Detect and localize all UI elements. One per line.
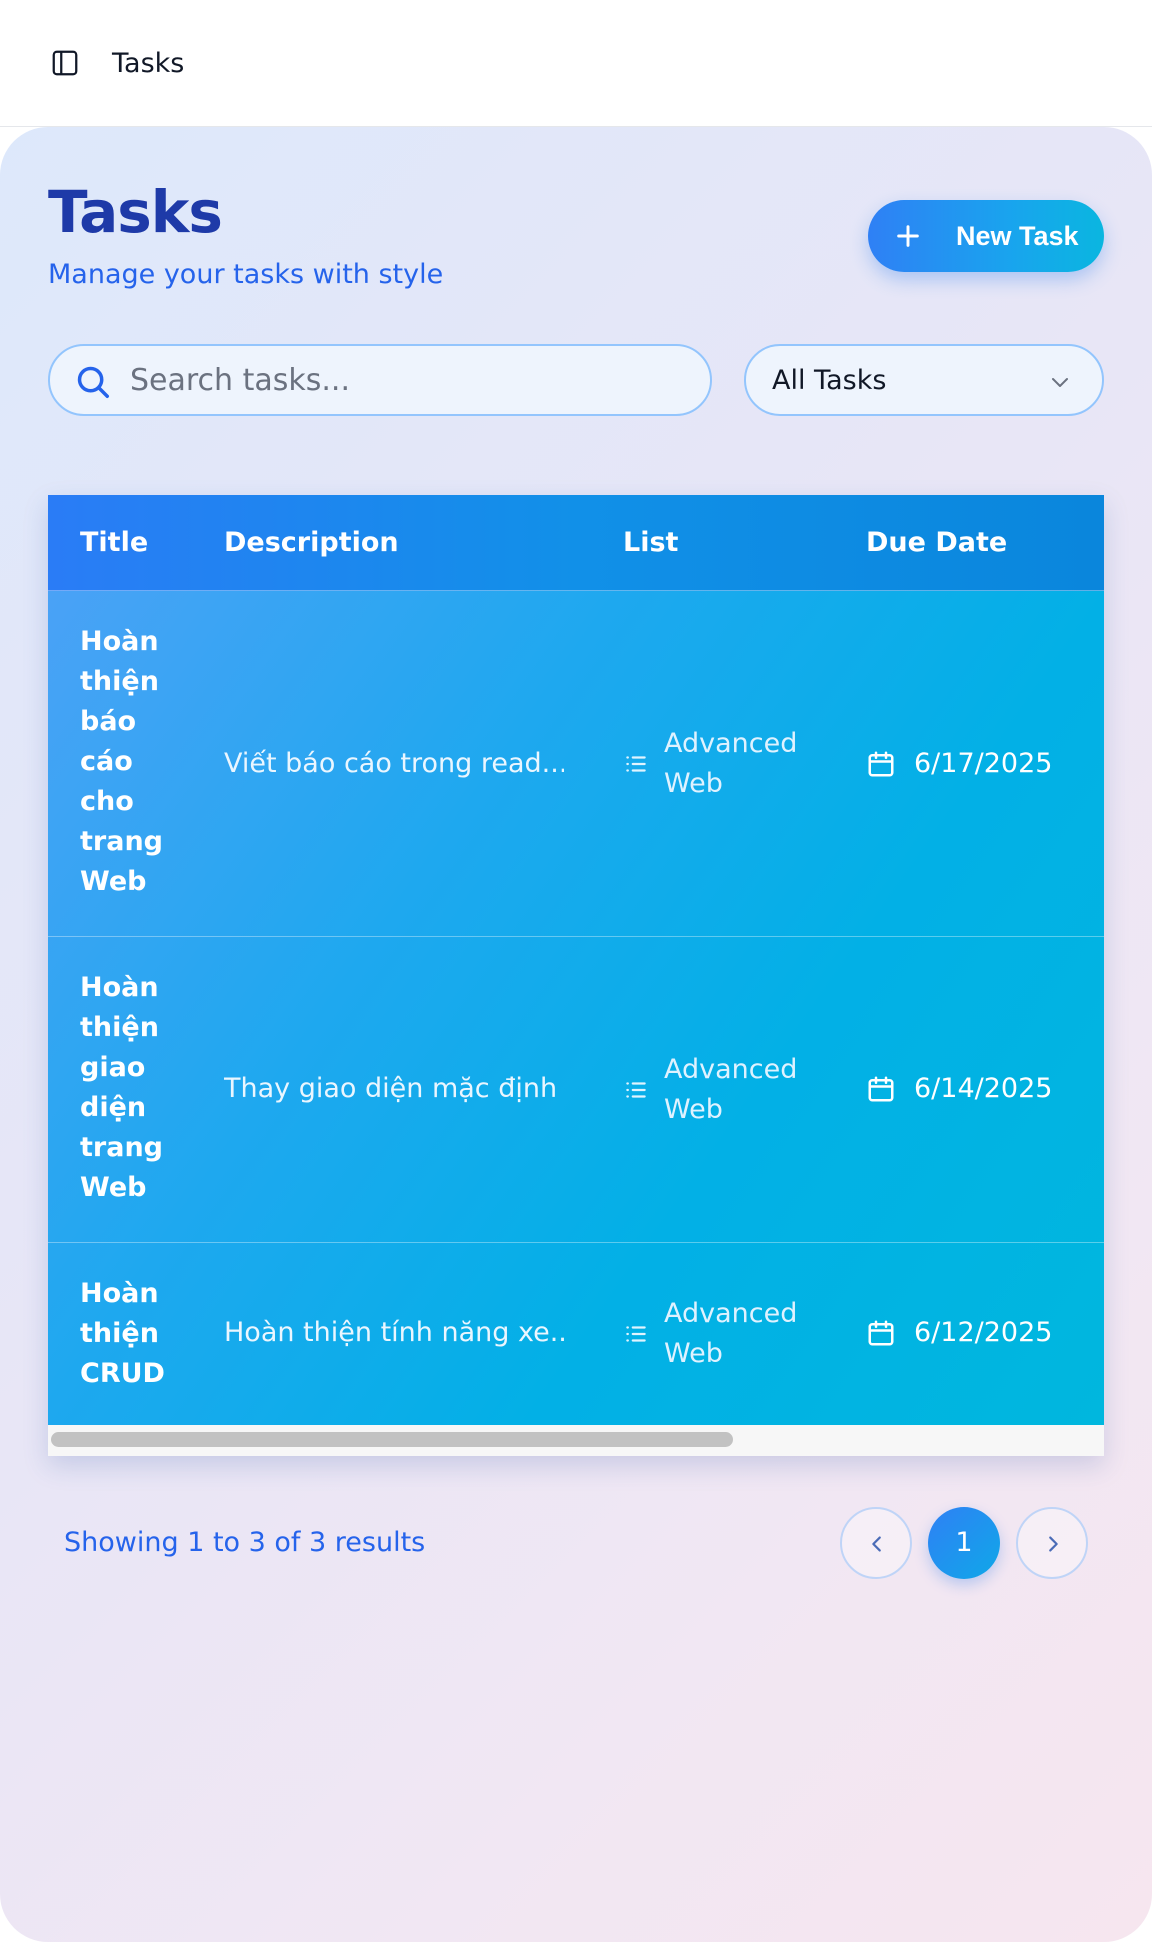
task-list-name: Advanced Web <box>664 1298 798 1369</box>
task-description: Thay giao diện mặc định ... <box>224 1073 564 1104</box>
task-title[interactable]: Hoàn thiện báo cáo cho trang Web <box>80 622 190 902</box>
search-icon <box>77 366 109 398</box>
sidebar-panel-icon[interactable] <box>50 48 80 78</box>
list-icon <box>626 1082 646 1098</box>
page-button-current[interactable]: 1 <box>928 1507 1000 1579</box>
table-header: Title Description List Due Date <box>48 495 1104 591</box>
new-task-button[interactable]: New Task <box>868 200 1104 272</box>
scrollbar-thumb[interactable] <box>51 1432 733 1447</box>
page-title: Tasks <box>48 178 223 246</box>
search-box <box>48 344 712 416</box>
pagination-summary: Showing 1 to 3 of 3 results <box>64 1527 426 1558</box>
tasks-table: Title Description List Due Date Hoàn thi… <box>48 495 1104 1456</box>
table-row[interactable]: Hoàn thiện CRUD Hoàn thiện tính năng xe.… <box>48 1243 1104 1425</box>
list-icon <box>626 1326 646 1342</box>
horizontal-scrollbar[interactable] <box>48 1425 1104 1456</box>
column-header-description[interactable]: Description <box>224 525 399 561</box>
task-title[interactable]: Hoàn thiện CRUD <box>80 1274 190 1394</box>
task-description: Hoàn thiện tính năng xe... <box>224 1317 564 1348</box>
task-description: Viết báo cáo trong read... <box>224 748 564 779</box>
task-list-name: Advanced Web <box>664 1054 798 1125</box>
task-due-date: 6/17/2025 <box>914 748 1053 779</box>
new-task-label: New Task <box>956 221 1079 251</box>
topbar-title: Tasks <box>112 48 185 79</box>
calendar-icon <box>868 751 894 777</box>
column-header-list[interactable]: List <box>623 525 678 561</box>
task-filter-select[interactable]: All Tasks <box>744 344 1104 416</box>
top-bar: Tasks <box>0 0 1152 127</box>
plus-icon <box>897 225 919 247</box>
calendar-icon <box>868 1076 894 1102</box>
task-title[interactable]: Hoàn thiện giao diện trang Web <box>80 968 190 1208</box>
chevron-down-icon <box>1052 378 1068 387</box>
chevron-right-icon <box>1049 1536 1058 1552</box>
list-icon <box>626 756 646 772</box>
main-panel: Tasks Manage your tasks with style New T… <box>0 127 1152 1942</box>
filter-selected-value: All Tasks <box>772 365 887 396</box>
search-input[interactable] <box>130 360 690 400</box>
table-row[interactable]: Hoàn thiện báo cáo cho trang Web Viết bá… <box>48 591 1104 937</box>
table-body: Hoàn thiện báo cáo cho trang Web Viết bá… <box>48 591 1104 1425</box>
next-page-button[interactable] <box>1016 1507 1088 1579</box>
task-due-date: 6/14/2025 <box>914 1073 1053 1104</box>
column-header-title[interactable]: Title <box>80 525 148 561</box>
page-subtitle: Manage your tasks with style <box>48 259 444 290</box>
prev-page-button[interactable] <box>840 1507 912 1579</box>
chevron-left-icon <box>872 1536 881 1552</box>
task-due-date: 6/12/2025 <box>914 1317 1053 1348</box>
column-header-due-date[interactable]: Due Date <box>866 525 1007 561</box>
task-list-name: Advanced Web <box>664 728 798 799</box>
table-row[interactable]: Hoàn thiện giao diện trang Web Thay giao… <box>48 937 1104 1243</box>
calendar-icon <box>868 1320 894 1346</box>
